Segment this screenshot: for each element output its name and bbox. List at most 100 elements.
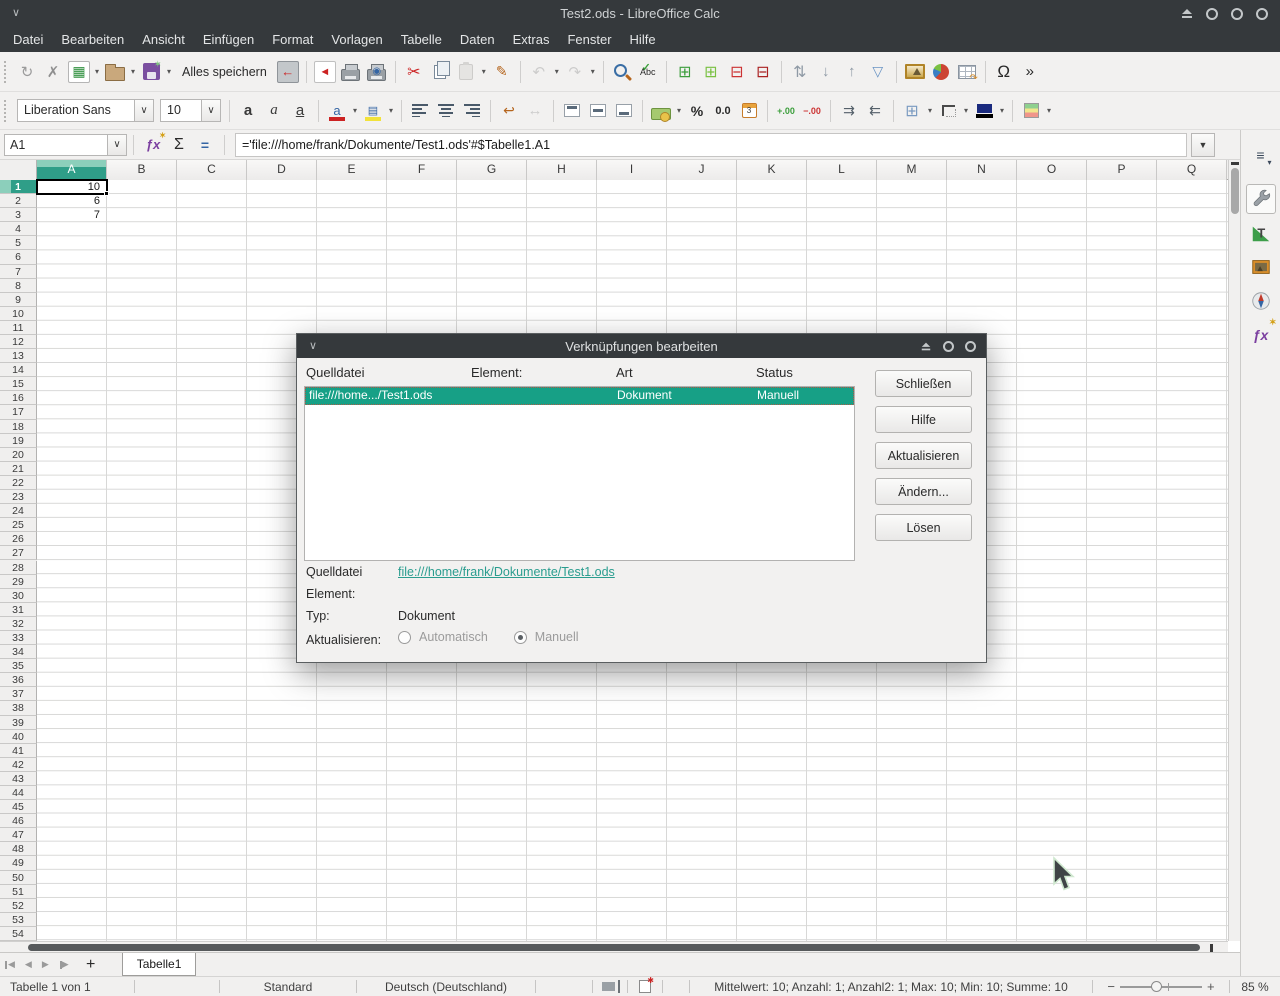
export-pdf-icon[interactable]: ◄ (314, 61, 336, 83)
menu-item-hilfe[interactable]: Hilfe (621, 27, 665, 52)
font-size-combo[interactable]: 10 (160, 99, 221, 122)
name-box-dropdown[interactable] (107, 134, 127, 156)
column-header-J[interactable]: J (667, 160, 737, 180)
document-modified-icon[interactable] (628, 977, 662, 996)
date-format-icon[interactable]: 3 (737, 98, 761, 124)
row-header-32[interactable]: 32 (0, 617, 37, 631)
column-header-K[interactable]: K (737, 160, 807, 180)
row-header-38[interactable]: 38 (0, 701, 37, 715)
column-header-Q[interactable]: Q (1157, 160, 1227, 180)
insert-chart-icon[interactable] (929, 59, 953, 85)
sort-ascending-icon[interactable]: ↓ (814, 59, 838, 85)
menu-item-bearbeiten[interactable]: Bearbeiten (52, 27, 133, 52)
row-header-30[interactable]: 30 (0, 589, 37, 603)
column-header-I[interactable]: I (597, 160, 667, 180)
font-size-combo-value[interactable]: 10 (160, 99, 202, 122)
row-header-45[interactable]: 45 (0, 800, 37, 814)
grid-corner[interactable] (0, 160, 37, 180)
row-header-37[interactable]: 37 (0, 687, 37, 701)
update-button[interactable]: Aktualisieren (875, 442, 972, 469)
copy-icon[interactable] (428, 59, 452, 85)
selection-mode-icon[interactable] (593, 977, 627, 996)
decrease-indent-icon[interactable]: ⇇ (863, 98, 887, 124)
sort-icon[interactable]: ⇅ (788, 59, 812, 85)
manual-radio[interactable] (514, 631, 527, 644)
dialog-shade-icon[interactable] (921, 342, 931, 350)
toolbar-grip[interactable] (4, 61, 9, 83)
titlebar[interactable]: Test2.ods - LibreOffice Calc (0, 0, 1280, 27)
row-header-25[interactable]: 25 (0, 518, 37, 532)
column-header-E[interactable]: E (317, 160, 387, 180)
insert-column-left-icon[interactable]: ⊞ (699, 59, 723, 85)
row-header-41[interactable]: 41 (0, 744, 37, 758)
row-header-42[interactable]: 42 (0, 758, 37, 772)
row-header-4[interactable]: 4 (0, 222, 37, 236)
menu-item-tabelle[interactable]: Tabelle (392, 27, 451, 52)
row-header-12[interactable]: 12 (0, 335, 37, 349)
sidebar-properties-icon[interactable] (1246, 184, 1276, 214)
horizontal-scrollbar-thumb[interactable] (28, 944, 1200, 951)
menu-item-vorlagen[interactable]: Vorlagen (322, 27, 391, 52)
print-icon[interactable] (339, 59, 363, 85)
new-spreadsheet-icon[interactable]: ▦ (68, 61, 90, 83)
highlighting-color-icon[interactable]: ▤ (361, 98, 385, 124)
new-spreadsheet-icon-dropdown[interactable] (92, 59, 102, 85)
vertical-split-handle[interactable] (1231, 162, 1239, 165)
row-header-9[interactable]: 9 (0, 293, 37, 307)
status-sheet-info[interactable]: Tabelle 1 von 1 (0, 977, 134, 996)
sheet-tab-tabelle1[interactable]: Tabelle1 (122, 953, 197, 976)
status-language[interactable]: Deutsch (Deutschland) (357, 977, 535, 996)
undo-icon-dropdown[interactable] (552, 59, 562, 85)
row-header-17[interactable]: 17 (0, 405, 37, 419)
dialog-maximize-button[interactable] (943, 341, 954, 352)
align-bottom-icon[interactable] (612, 98, 636, 124)
open-file-icon-dropdown[interactable] (128, 59, 138, 85)
row-header-20[interactable]: 20 (0, 448, 37, 462)
font-color-icon[interactable]: a (325, 98, 349, 124)
name-box[interactable] (4, 134, 108, 156)
previous-sheet-icon[interactable] (25, 959, 32, 970)
row-header-1[interactable]: 1 (0, 180, 37, 194)
window-minimize-button[interactable] (1206, 8, 1218, 20)
row-header-40[interactable]: 40 (0, 730, 37, 744)
row-header-35[interactable]: 35 (0, 659, 37, 673)
cell-A2[interactable]: 6 (37, 194, 103, 208)
open-file-icon[interactable] (103, 59, 127, 85)
italic-icon[interactable]: a (262, 98, 286, 124)
align-left-icon[interactable] (408, 98, 432, 124)
break-link-button[interactable]: Lösen (875, 514, 972, 541)
row-header-10[interactable]: 10 (0, 307, 37, 321)
zoom-slider-handle[interactable] (1151, 981, 1162, 992)
column-header-N[interactable]: N (947, 160, 1017, 180)
autofilter-icon[interactable]: ▽ (866, 59, 890, 85)
sidebar-navigator-icon[interactable] (1246, 286, 1276, 316)
align-right-icon[interactable] (460, 98, 484, 124)
font-size-combo-dropdown[interactable] (201, 99, 221, 122)
row-header-43[interactable]: 43 (0, 772, 37, 786)
percent-format-icon[interactable]: % (685, 98, 709, 124)
dialog-titlebar[interactable]: Verknüpfungen bearbeiten (297, 334, 986, 358)
sort-descending-icon[interactable]: ↑ (840, 59, 864, 85)
menu-item-fenster[interactable]: Fenster (558, 27, 620, 52)
horizontal-split-handle[interactable] (1210, 944, 1213, 952)
row-header-39[interactable]: 39 (0, 716, 37, 730)
menu-item-ansicht[interactable]: Ansicht (133, 27, 194, 52)
sidebar-settings-icon[interactable]: ≡ (1246, 140, 1276, 170)
currency-format-icon-dropdown[interactable] (674, 98, 684, 124)
window-maximize-button[interactable] (1231, 8, 1243, 20)
delete-column-icon[interactable]: ⊟ (751, 59, 775, 85)
column-header-P[interactable]: P (1087, 160, 1157, 180)
menu-item-einfgen[interactable]: Einfügen (194, 27, 263, 52)
zoom-in-icon[interactable] (1207, 979, 1215, 994)
font-name-combo[interactable]: Liberation Sans (17, 99, 154, 122)
formula-input[interactable] (235, 133, 1187, 157)
bold-icon[interactable]: a (236, 98, 260, 124)
sidebar-functions-icon[interactable]: ƒx (1246, 320, 1276, 350)
menu-item-daten[interactable]: Daten (451, 27, 504, 52)
row-header-44[interactable]: 44 (0, 786, 37, 800)
dialog-menu-chevron-icon[interactable] (309, 339, 317, 352)
font-color-icon-dropdown[interactable] (350, 98, 360, 124)
border-style-icon[interactable] (936, 98, 960, 124)
special-character-icon[interactable]: Ω (992, 59, 1016, 85)
row-header-29[interactable]: 29 (0, 575, 37, 589)
